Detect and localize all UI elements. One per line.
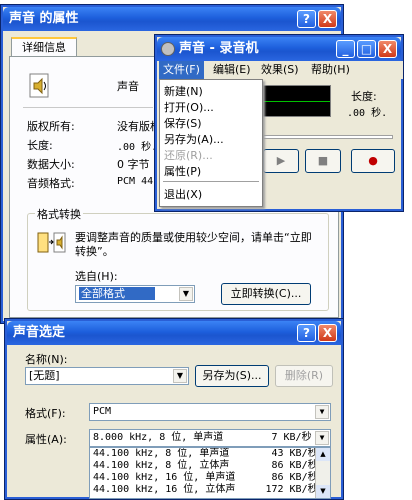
format-dropdown-value: PCM	[93, 406, 112, 417]
recorder-length-value: .00 秒.	[347, 108, 388, 119]
scroll-up-icon[interactable]: ▲	[316, 448, 330, 461]
recorder-title: 声音 - 录音机	[179, 41, 259, 56]
convert-icon	[37, 231, 67, 255]
attributes-list: 44.100 kHz, 8 位, 单声道 43 KB/秒 44.100 kHz,…	[89, 447, 331, 499]
menu-item-open[interactable]: 打开(O)...	[164, 99, 214, 115]
properties-title: 声音 的属性	[9, 11, 79, 26]
recorder-app-icon	[161, 42, 175, 56]
separator	[23, 107, 153, 108]
maximize-button[interactable]: □	[357, 40, 376, 58]
recorder-titlebar[interactable]: 声音 - 录音机 _ □ X	[157, 37, 401, 61]
tab-details-label: 详细信息	[22, 41, 66, 54]
file-dropdown-menu: 新建(N) 打开(O)... 保存(S) 另存为(A)... 还原(R)... …	[159, 79, 263, 207]
help-button[interactable]: ?	[297, 10, 316, 28]
chevron-down-icon[interactable]: ▼	[315, 431, 329, 445]
recorder-window: 声音 - 录音机 _ □ X 文件(F) 编辑(E) 效果(S) 帮助(H) 长…	[154, 34, 404, 212]
format-value: PCM 44.	[117, 176, 160, 187]
list-scrollbar[interactable]: ▲ ▼	[315, 448, 330, 498]
menu-edit[interactable]: 编辑(E)	[213, 61, 251, 79]
choose-dropdown[interactable]: 全部格式 ▼	[75, 285, 195, 303]
attributes-label: 属性(A):	[25, 433, 67, 446]
name-dropdown-value: [无题]	[29, 369, 60, 382]
close-button-2[interactable]: X	[318, 324, 337, 342]
format-label-2: 格式(F):	[25, 407, 66, 420]
play-button[interactable]: ▶	[263, 149, 299, 173]
list-item[interactable]: 44.100 kHz, 16 位, 立体声 172 KB/秒	[93, 484, 318, 496]
name-label: 名称(N):	[25, 353, 68, 366]
delete-button[interactable]: 删除(R)	[275, 365, 333, 387]
properties-titlebar[interactable]: 声音 的属性 ? X	[3, 7, 341, 31]
attributes-dropdown-value: 8.000 kHz, 8 位, 单声道 7 KB/秒	[93, 432, 312, 443]
stop-button[interactable]: ■	[305, 149, 341, 173]
record-button[interactable]: ●	[351, 149, 395, 173]
list-item[interactable]: 44.100 kHz, 8 位, 立体声 86 KB/秒	[93, 460, 318, 472]
list-item[interactable]: 44.100 kHz, 16 位, 单声道 86 KB/秒	[93, 472, 318, 484]
waveform-display	[255, 85, 331, 117]
list-item[interactable]: 44.100 kHz, 8 位, 单声道 43 KB/秒	[93, 448, 318, 460]
play-icon: ▶	[276, 154, 286, 167]
menu-item-save[interactable]: 保存(S)	[164, 115, 202, 131]
minimize-button[interactable]: _	[336, 40, 355, 58]
format-label: 音频格式:	[27, 177, 75, 190]
menu-separator	[163, 181, 259, 182]
length-value: .00 秒.	[117, 142, 158, 153]
menu-item-exit[interactable]: 退出(X)	[164, 186, 202, 202]
close-button[interactable]: X	[318, 10, 337, 28]
position-slider[interactable]	[263, 135, 393, 139]
chevron-down-icon[interactable]: ▼	[179, 287, 193, 301]
help-button-2[interactable]: ?	[297, 324, 316, 342]
convert-description: 要调整声音的质量或使用较少空间，请单击“立即转换”。	[75, 231, 312, 258]
chevron-down-icon[interactable]: ▼	[173, 369, 187, 383]
choose-dropdown-value: 全部格式	[79, 287, 155, 300]
menu-item-new[interactable]: 新建(N)	[164, 83, 203, 99]
save-as-button[interactable]: 另存为(S)...	[195, 365, 269, 387]
menu-bar: 文件(F) 编辑(E) 效果(S) 帮助(H)	[157, 61, 403, 79]
datasize-label: 数据大小:	[27, 158, 75, 171]
menu-help[interactable]: 帮助(H)	[311, 61, 350, 79]
length-label: 长度:	[27, 139, 53, 152]
speaker-icon	[29, 73, 53, 99]
attributes-dropdown[interactable]: 8.000 kHz, 8 位, 单声道 7 KB/秒 ▼	[89, 429, 331, 447]
menu-item-save-as[interactable]: 另存为(A)...	[164, 131, 224, 147]
chevron-down-icon[interactable]: ▼	[315, 405, 329, 419]
sound-selection-title: 声音选定	[13, 325, 66, 340]
name-dropdown[interactable]: [无题] ▼	[25, 367, 189, 385]
record-icon: ●	[368, 154, 378, 167]
copyright-label: 版权所有:	[27, 120, 75, 133]
scroll-down-icon[interactable]: ▼	[316, 485, 330, 498]
menu-file[interactable]: 文件(F)	[159, 61, 204, 79]
stop-icon: ■	[317, 154, 329, 167]
convert-group-label: 格式转换	[35, 206, 83, 222]
recorder-close-button[interactable]: X	[378, 40, 397, 58]
recorder-length-label: 长度:	[351, 90, 377, 103]
menu-effects[interactable]: 效果(S)	[261, 61, 299, 79]
choose-label: 选自(H):	[75, 270, 118, 283]
menu-item-properties[interactable]: 属性(P)	[164, 163, 201, 179]
menu-item-revert: 还原(R)...	[164, 149, 213, 162]
sound-selection-window: 声音选定 ? X 名称(N): [无题] ▼ 另存为(S)... 删除(R) 格…	[4, 318, 344, 500]
file-name: 声音	[117, 80, 139, 93]
format-dropdown[interactable]: PCM ▼	[89, 403, 331, 421]
convert-now-button[interactable]: 立即转换(C)...	[221, 283, 311, 305]
datasize-value: 0 字节	[117, 158, 150, 171]
sound-selection-titlebar[interactable]: 声音选定 ? X	[7, 321, 341, 345]
tab-details[interactable]: 详细信息	[11, 37, 77, 57]
